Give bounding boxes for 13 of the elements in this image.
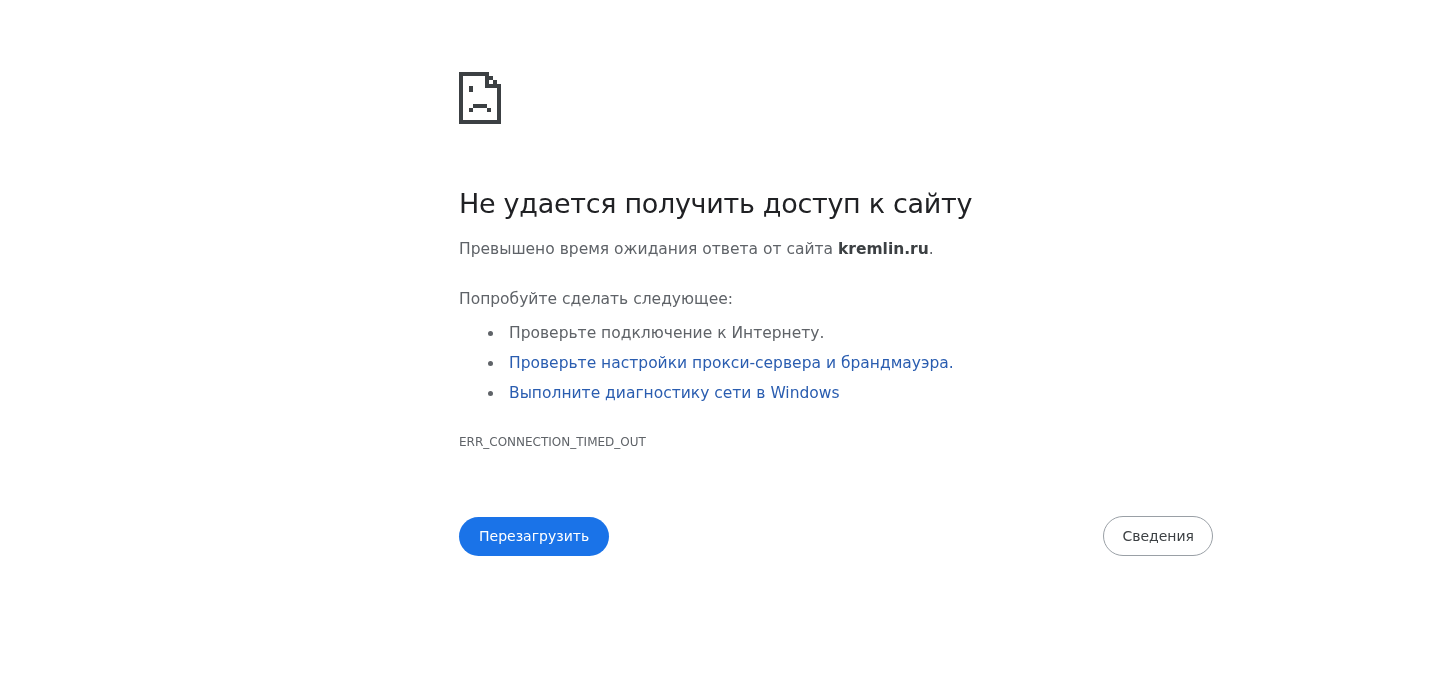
sad-page-icon bbox=[459, 72, 501, 124]
bullet-icon bbox=[488, 390, 493, 396]
suggestions-intro: Попробуйте сделать следующее: bbox=[459, 289, 734, 310]
bullet-icon bbox=[488, 360, 493, 366]
error-code: ERR_CONNECTION_TIMED_OUT bbox=[459, 434, 646, 450]
details-button[interactable]: Сведения bbox=[1103, 516, 1213, 556]
error-heading: Не удается получить доступ к сайту bbox=[459, 187, 974, 221]
reload-button[interactable]: Перезагрузить bbox=[459, 516, 610, 556]
suggestion-link[interactable]: Проверьте настройки прокси-сервера и брандмауэра. bbox=[509, 354, 954, 372]
bullet-icon bbox=[488, 330, 493, 336]
error-message: Превышено время ожидания ответа от сайта kremlin.ru. bbox=[459, 239, 935, 260]
suggestion-text: Проверьте подключение к Интернету. bbox=[509, 324, 825, 342]
suggestion-link[interactable]: Выполните диагностику сети в Windows bbox=[509, 384, 840, 402]
